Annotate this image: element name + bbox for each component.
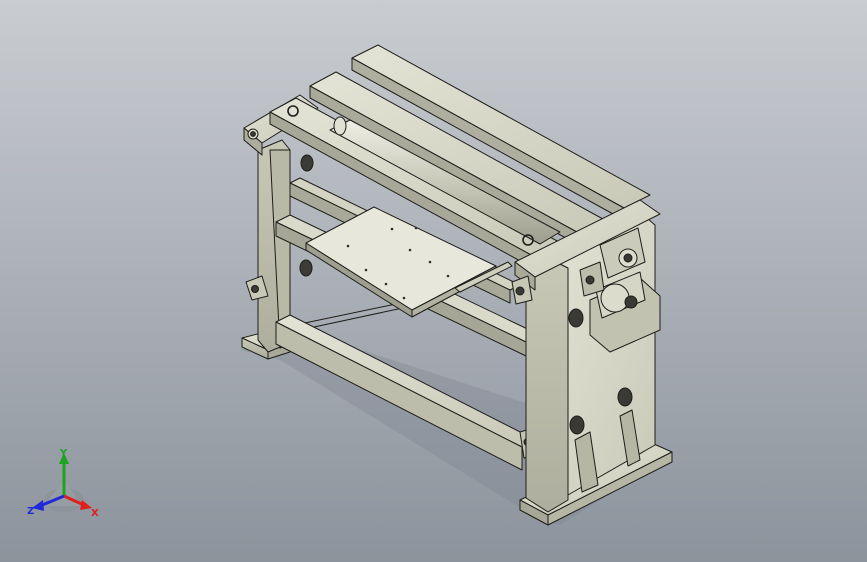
cad-viewport[interactable]: Y X Z (0, 0, 867, 562)
z-axis-label: Z (27, 506, 34, 517)
x-axis-label: X (91, 508, 99, 519)
coordinate-triad: Y X Z (27, 448, 99, 519)
3d-model-view[interactable] (0, 0, 867, 562)
y-axis-label: Y (59, 448, 68, 459)
